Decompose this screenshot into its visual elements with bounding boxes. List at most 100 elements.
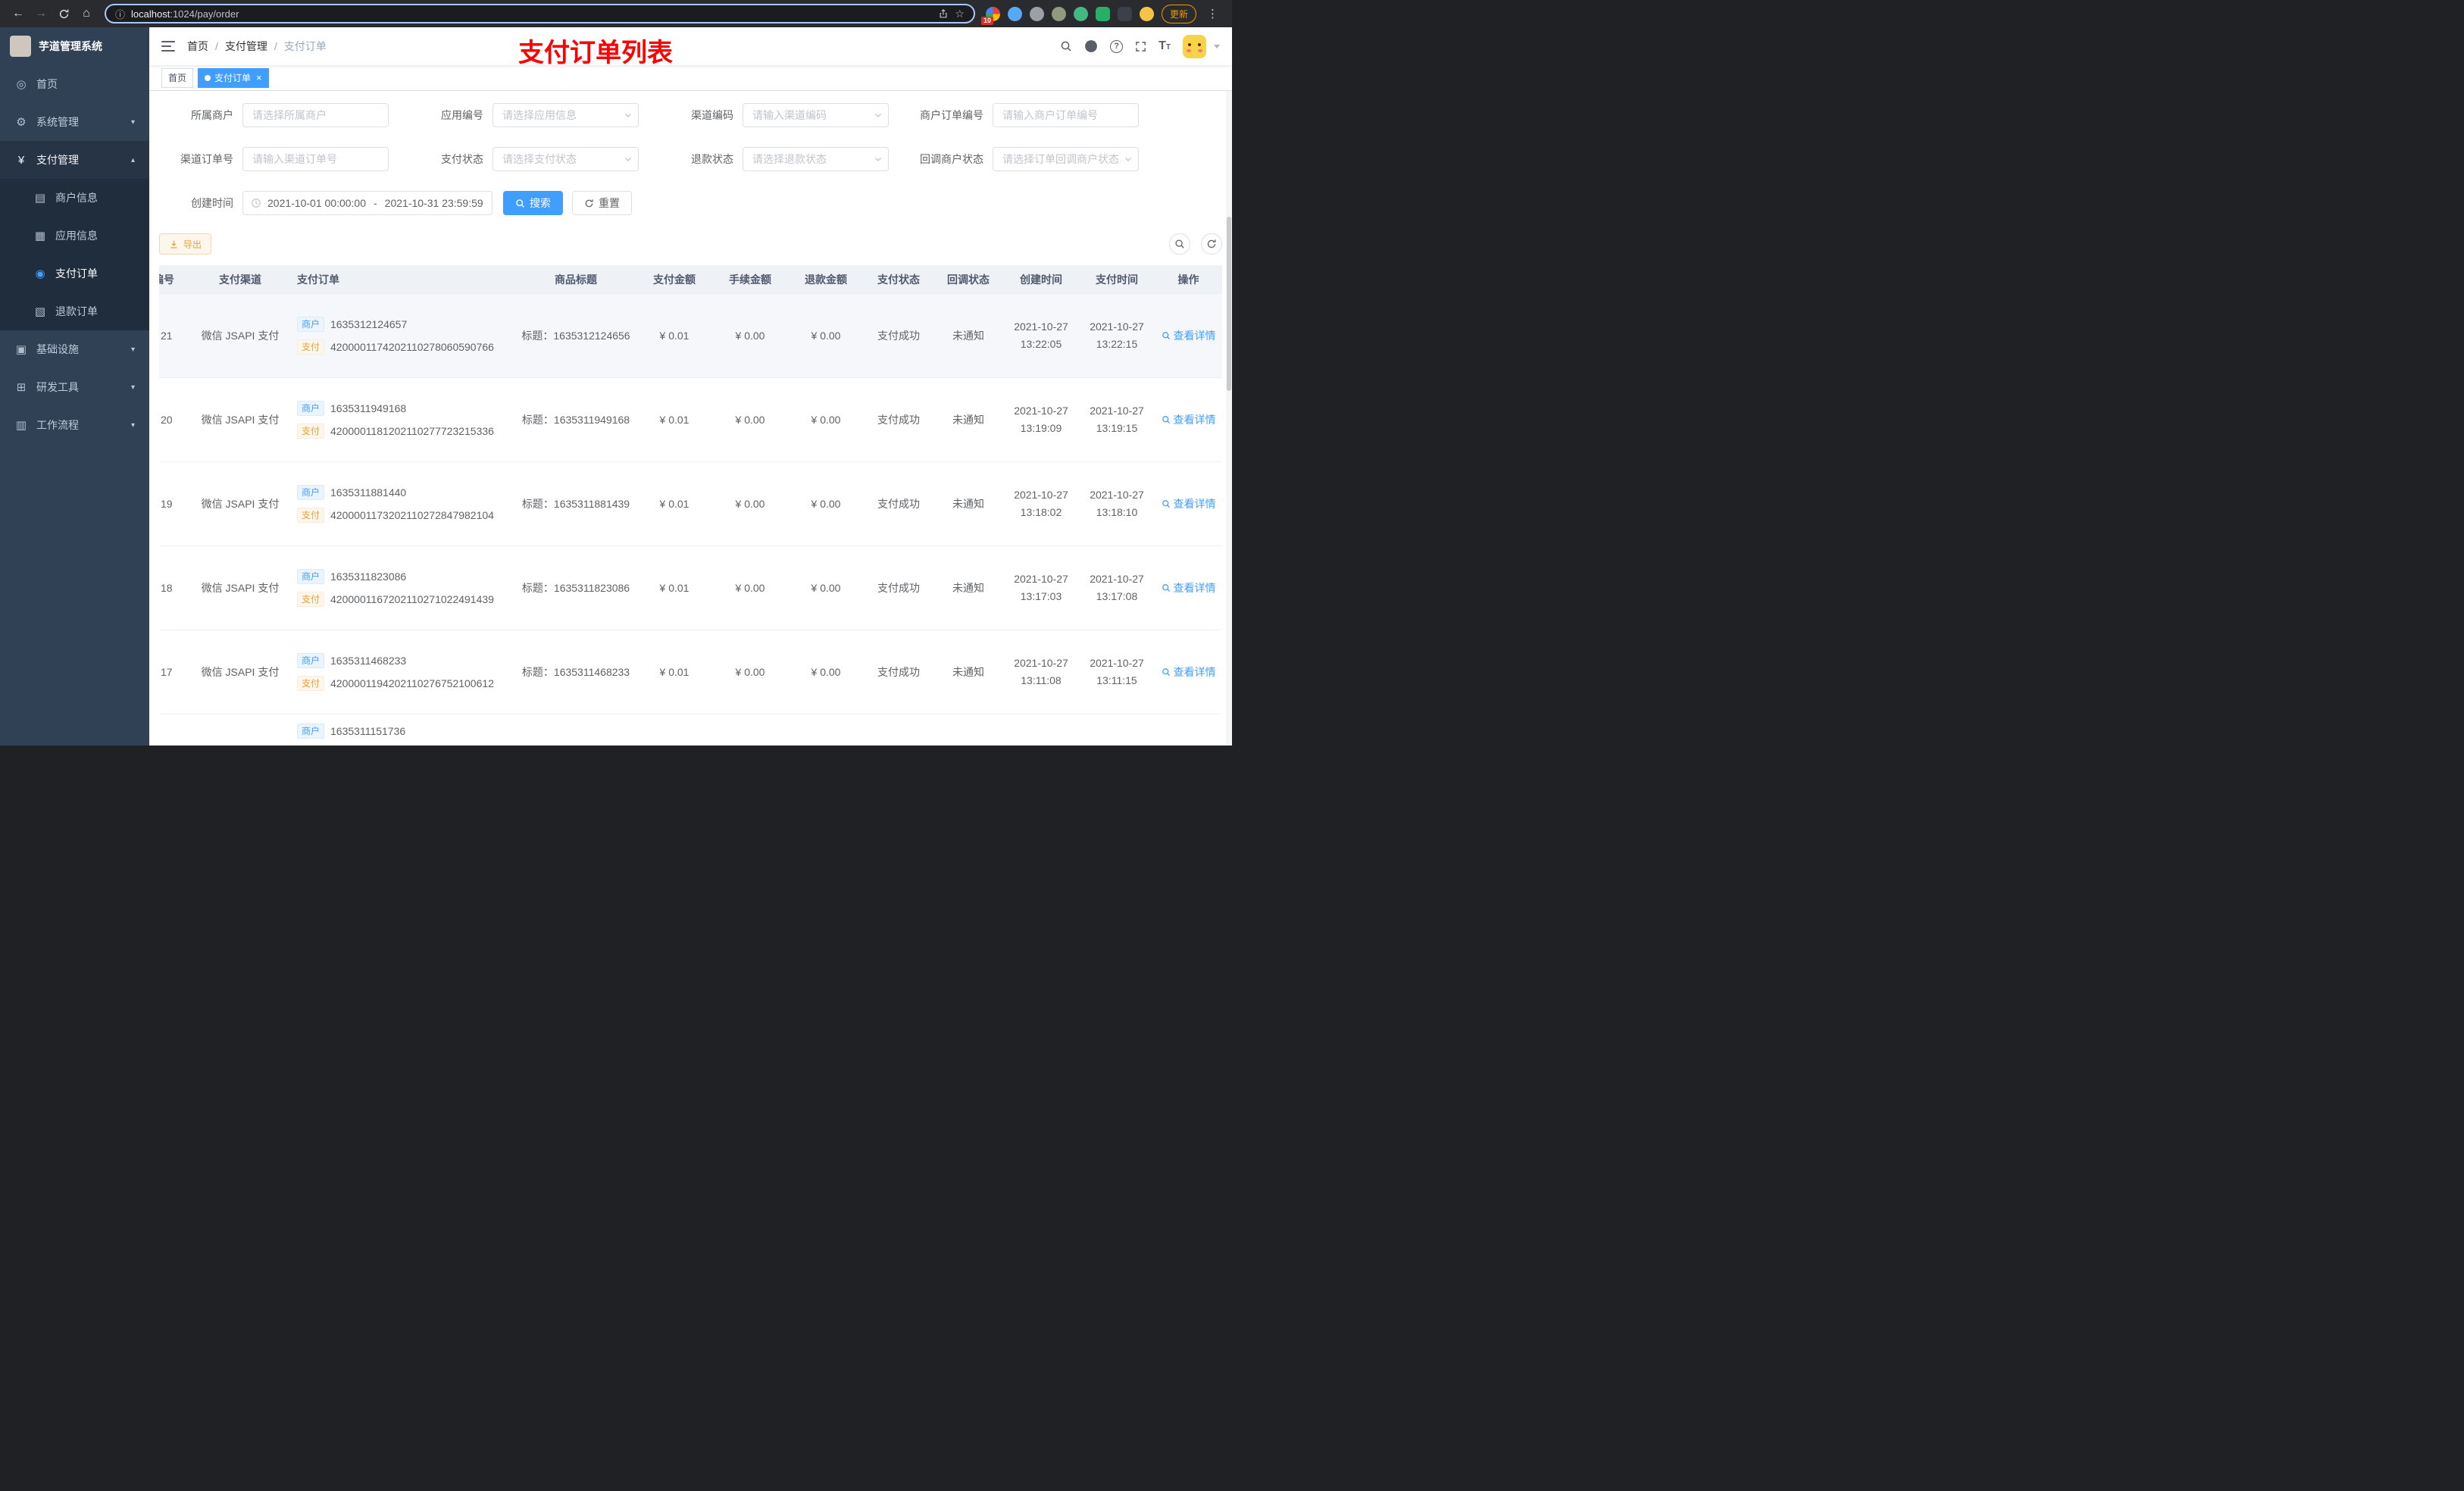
filter-control[interactable]	[743, 147, 889, 171]
view-detail-link[interactable]: 查看详情	[1162, 580, 1216, 595]
cell-pay-channel: 微信 JSAPI 支付	[201, 414, 280, 426]
filter-input[interactable]	[492, 147, 639, 171]
cell-fee-amount: ¥ 0.00	[735, 414, 765, 426]
extension-icon[interactable]	[1117, 6, 1132, 21]
breadcrumb-item[interactable]: / 首页	[187, 39, 208, 54]
filter-input[interactable]	[492, 103, 639, 127]
cell-pay-time: 2021-10-27 13:18:10	[1090, 488, 1144, 518]
view-detail-link[interactable]: 查看详情	[1162, 664, 1216, 680]
sidebar-menu-item[interactable]: ◎ 首页	[0, 65, 149, 103]
cell-notify-status: 未通知	[952, 498, 984, 510]
filter-input[interactable]	[743, 147, 889, 171]
pay-tag: 支付	[297, 507, 325, 523]
extension-icon[interactable]	[1095, 6, 1110, 21]
chevron-icon: ▾	[130, 420, 135, 430]
merchant-tag: 商户	[297, 652, 325, 668]
filter-control[interactable]	[492, 147, 639, 171]
browser-menu-button[interactable]: ⋮	[1204, 7, 1221, 20]
sidebar-menu-item[interactable]: ⚙ 系统管理 ▾	[0, 103, 149, 141]
site-info-icon[interactable]: ⓘ	[115, 7, 125, 21]
sidebar-menu-item[interactable]: ▣ 基础设施 ▾	[0, 330, 149, 368]
filter-input[interactable]	[993, 103, 1139, 127]
page-tab[interactable]: 支付订单 ×	[198, 67, 269, 88]
column-header: 手续金额	[729, 273, 771, 286]
cell-notify-status: 未通知	[952, 330, 984, 342]
reset-button[interactable]: 重置	[572, 191, 632, 215]
font-size-button[interactable]: TT	[1159, 39, 1171, 53]
browser-update-button[interactable]: 更新	[1161, 4, 1196, 23]
table-row: 17 微信 JSAPI 支付 商户 1635311468233 支付 42000…	[159, 630, 1222, 714]
chevron-down-icon	[624, 111, 633, 120]
app-root: 芋道管理系统 ◎ 首页 ⚙ 系统管理 ▾ ¥ 支付管理 ▴ ▤ 商户信息 ▦ 应…	[0, 27, 1232, 746]
scrollbar-thumb[interactable]	[1227, 217, 1231, 391]
page-scrollbar[interactable]	[1226, 27, 1232, 746]
breadcrumb: / 首页 / 支付管理 / 支付订单	[187, 39, 327, 54]
cell-refund-amount: ¥ 0.00	[811, 498, 841, 510]
sidebar-menu-item[interactable]: ▥ 工作流程 ▾	[0, 406, 149, 444]
filter-control[interactable]	[492, 103, 639, 127]
filter-input[interactable]	[242, 103, 389, 127]
date-end-value[interactable]: 2021-10-31 23:59:59	[385, 197, 483, 209]
search-button[interactable]: 搜索	[503, 191, 563, 215]
breadcrumb-item[interactable]: / 支付订单	[274, 39, 327, 54]
refresh-table-button[interactable]	[1201, 233, 1222, 255]
view-detail-link[interactable]: 查看详情	[1162, 328, 1216, 343]
header-search-button[interactable]	[1060, 40, 1072, 52]
sidebar-menu-item[interactable]: ◉ 支付订单	[0, 255, 149, 292]
bookmark-star-icon[interactable]: ☆	[955, 8, 965, 20]
fullscreen-button[interactable]	[1135, 41, 1146, 52]
sidebar-menu-item[interactable]: ▦ 应用信息	[0, 217, 149, 255]
filter-input[interactable]	[743, 103, 889, 127]
cell-create-time: 2021-10-27 13:17:03	[1014, 572, 1068, 602]
chevron-down-icon	[624, 155, 633, 164]
page-tab[interactable]: 首页	[161, 67, 194, 88]
browser-profile-avatar[interactable]	[1139, 6, 1154, 21]
browser-back-button[interactable]: ←	[8, 3, 29, 24]
sidebar-menu-item[interactable]: ▧ 退款订单	[0, 292, 149, 330]
filter-control[interactable]	[743, 103, 889, 127]
view-detail-link[interactable]: 查看详情	[1162, 496, 1216, 511]
cell-refund-amount: ¥ 0.00	[811, 666, 841, 678]
table-row: 商户 1635311151736	[159, 714, 1222, 746]
cell-pay-status	[864, 714, 933, 746]
cell-fee-amount: ¥ 0.00	[735, 582, 765, 594]
extension-icon[interactable]	[1029, 6, 1044, 21]
github-link[interactable]	[1084, 39, 1098, 53]
sidebar-menu-item[interactable]: ¥ 支付管理 ▴	[0, 141, 149, 179]
breadcrumb-item[interactable]: / 支付管理	[215, 39, 267, 54]
date-start-value[interactable]: 2021-10-01 00:00:00	[267, 197, 366, 209]
filter-input[interactable]	[242, 147, 389, 171]
address-bar[interactable]: ⓘ localhost:1024/pay/order ☆	[105, 4, 975, 23]
browser-reload-button[interactable]	[53, 3, 74, 24]
share-icon[interactable]	[938, 8, 949, 19]
filter-control[interactable]	[993, 147, 1139, 171]
browser-forward-button[interactable]: →	[30, 3, 52, 24]
user-avatar[interactable]	[1183, 34, 1206, 58]
column-header: 回调状态	[947, 273, 990, 286]
filter-control[interactable]	[242, 147, 389, 171]
browser-home-button[interactable]: ⌂	[76, 3, 97, 24]
extension-icon[interactable]	[1051, 6, 1066, 21]
extension-icon[interactable]: 10	[980, 6, 1000, 25]
date-range-picker[interactable]: 2021-10-01 00:00:00 - 2021-10-31 23:59:5…	[242, 191, 492, 215]
sidebar-menu-item[interactable]: ▤ 商户信息	[0, 179, 149, 217]
help-button[interactable]: ?	[1110, 39, 1124, 53]
sidebar-toggle-icon[interactable]	[161, 41, 175, 52]
cell-id: 21	[161, 330, 173, 342]
caret-down-icon[interactable]	[1214, 44, 1220, 48]
filter-control[interactable]	[993, 103, 1139, 127]
export-button[interactable]: 导出	[159, 233, 212, 255]
filter-control[interactable]	[242, 103, 389, 127]
view-detail-link[interactable]: 查看详情	[1162, 412, 1216, 427]
search-toggle-button[interactable]	[1169, 233, 1190, 255]
extension-icon[interactable]	[1073, 6, 1088, 21]
cell-actions: 查看详情	[1155, 630, 1222, 714]
tab-close-icon[interactable]: ×	[256, 73, 262, 83]
filter-field: 渠道编码	[659, 103, 909, 127]
filter-field: 支付状态	[409, 147, 659, 171]
filter-input[interactable]	[993, 147, 1139, 171]
extension-icon[interactable]	[1007, 6, 1022, 21]
search-icon	[1175, 239, 1184, 248]
sidebar-menu-item[interactable]: ⊞ 研发工具 ▾	[0, 368, 149, 406]
search-icon	[1162, 500, 1170, 508]
